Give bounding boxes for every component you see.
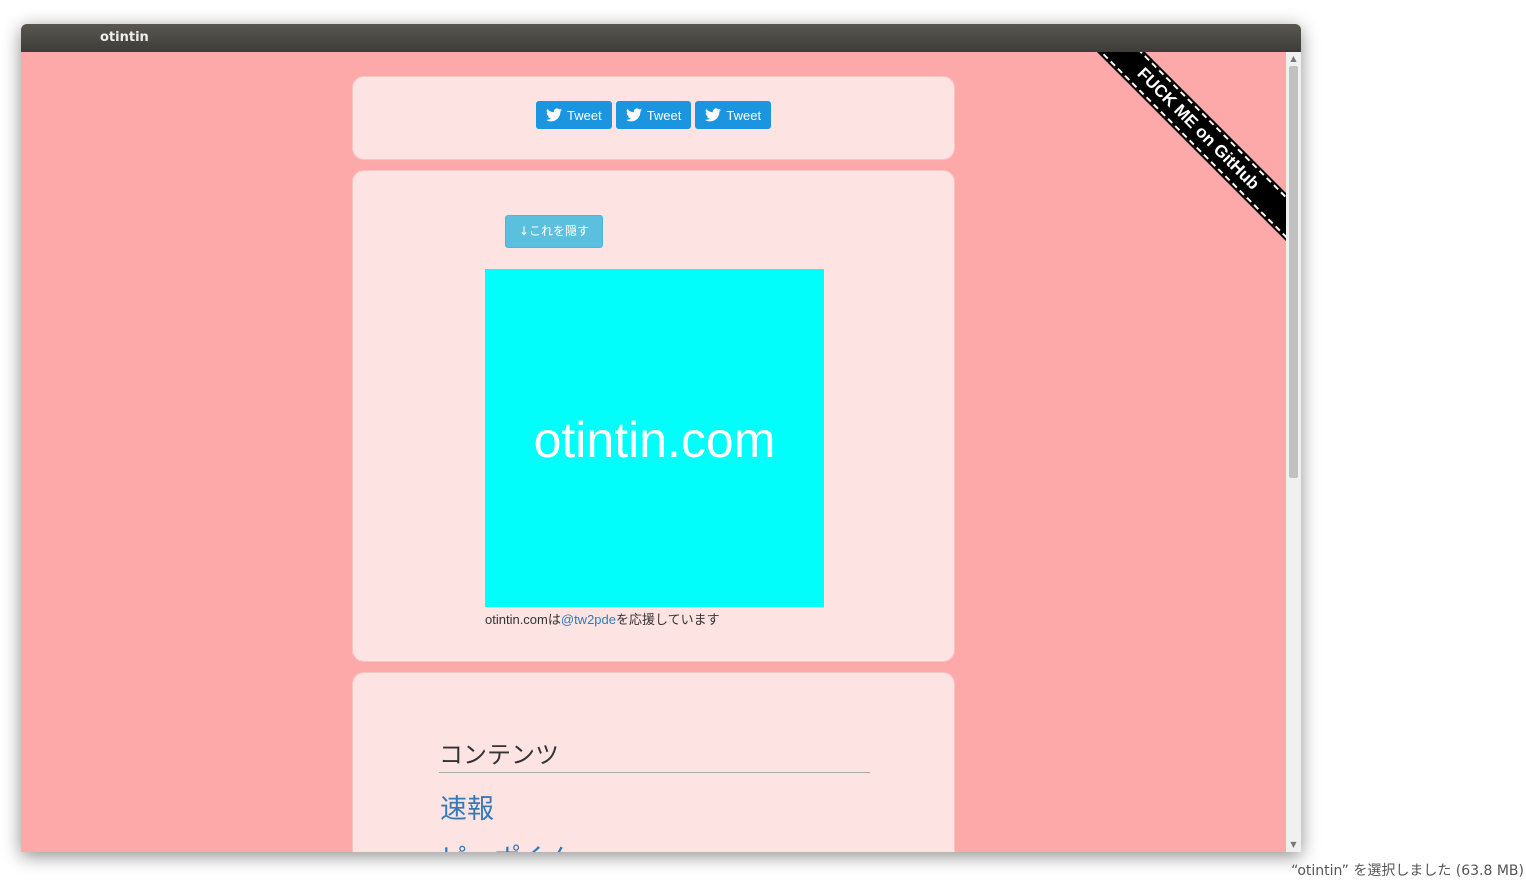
- tweet-button-label: Tweet: [646, 107, 682, 123]
- github-ribbon-container: FUCK ME on GitHub: [1086, 52, 1286, 252]
- support-account-link[interactable]: @tw2pde: [561, 612, 616, 627]
- banner-image[interactable]: otintin.com: [485, 269, 824, 607]
- contents-link-flash-news[interactable]: 速報: [440, 787, 494, 826]
- tweet-button[interactable]: Tweet: [615, 101, 692, 129]
- hide-banner-button[interactable]: ↓これを隠す: [505, 215, 604, 248]
- github-ribbon[interactable]: FUCK ME on GitHub: [1086, 52, 1286, 252]
- contents-link-peepo[interactable]: ピーポくん: [440, 837, 575, 852]
- contents-heading: コンテンツ: [439, 735, 870, 773]
- window-title: otintin: [100, 30, 149, 45]
- scroll-down-arrow-icon[interactable]: ▼: [1286, 838, 1301, 852]
- scroll-up-arrow-icon[interactable]: ▲: [1286, 52, 1301, 66]
- tweet-panel: Tweet Tweet Tweet: [352, 76, 955, 160]
- banner-panel: ↓これを隠す otintin.com otintin.comは@tw2pdeを応…: [352, 170, 955, 662]
- selection-status: “otintin” を選択しました (63.8 MB): [1291, 863, 1524, 879]
- vertical-scrollbar[interactable]: ▲ ▼: [1286, 52, 1301, 852]
- scrollbar-thumb[interactable]: [1289, 66, 1298, 478]
- window-titlebar[interactable]: otintin: [21, 24, 1301, 52]
- tweet-button-label: Tweet: [567, 107, 602, 123]
- tweet-button-label: Tweet: [726, 107, 762, 123]
- contents-panel: コンテンツ 速報 ピーポくん: [352, 672, 955, 852]
- twitter-bird-icon: [705, 108, 722, 122]
- tweet-button[interactable]: Tweet: [695, 101, 772, 129]
- support-suffix: を応援しています: [616, 612, 720, 627]
- twitter-bird-icon: [625, 108, 642, 122]
- tweet-button[interactable]: Tweet: [536, 101, 612, 129]
- banner-image-text: otintin.com: [533, 412, 776, 468]
- tweet-button-row: Tweet Tweet Tweet: [536, 101, 772, 129]
- twitter-bird-icon: [546, 108, 562, 122]
- support-caption: otintin.comは@tw2pdeを応援しています: [485, 609, 720, 628]
- page-viewport: Tweet Tweet Tweet ↓これを隠す otintin.com oti…: [21, 52, 1286, 852]
- browser-window: otintin Tweet Tweet Tweet ↓これを隠す otintin…: [21, 24, 1301, 852]
- support-prefix: otintin.comは: [485, 612, 561, 627]
